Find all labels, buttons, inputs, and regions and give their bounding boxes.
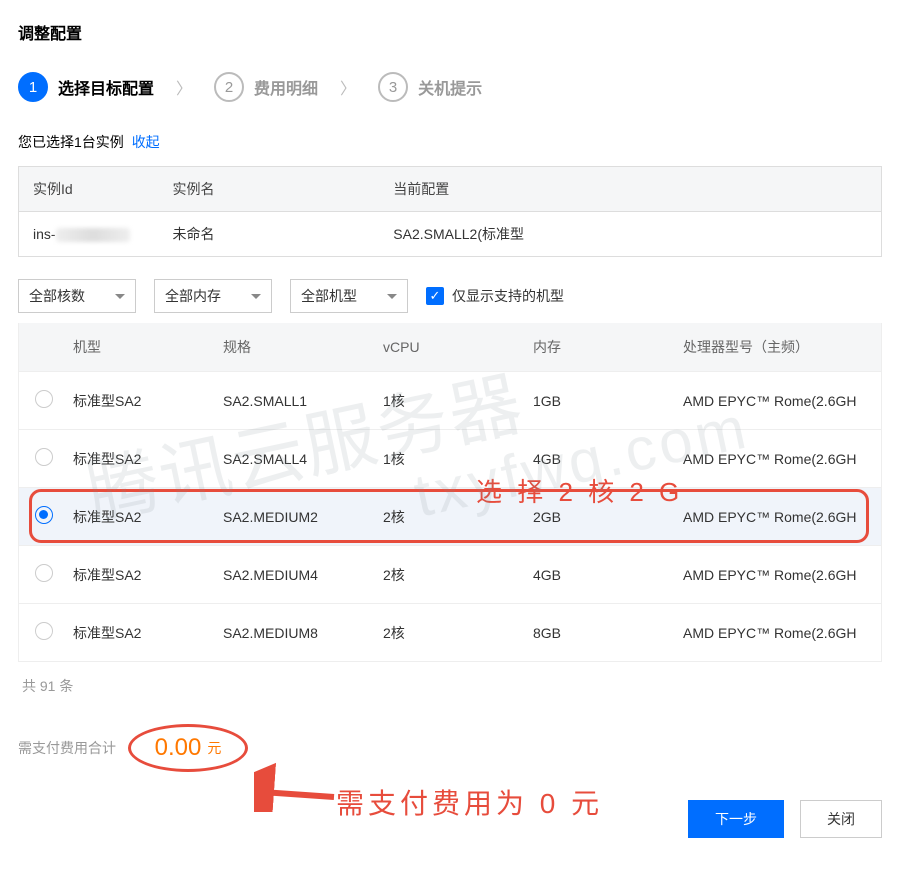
radio-icon[interactable]: [35, 622, 53, 640]
filter-row: 全部核数 全部内存 全部机型 ✓ 仅显示支持的机型: [18, 279, 882, 313]
spec-row[interactable]: 标准型SA2SA2.SMALL41核4GBAMD EPYC™ Rome(2.6G…: [19, 430, 881, 488]
row-spec: SA2.MEDIUM2: [213, 488, 373, 546]
spec-row[interactable]: 标准型SA2SA2.MEDIUM42核4GBAMD EPYC™ Rome(2.6…: [19, 546, 881, 604]
page-title: 调整配置: [18, 20, 882, 44]
instance-id-prefix: ins-: [33, 226, 56, 242]
instance-header-name: 实例名: [159, 167, 380, 212]
step-1[interactable]: 1 选择目标配置: [18, 72, 154, 102]
filter-cores-label: 全部核数: [29, 286, 85, 306]
filter-mem-label: 全部内存: [165, 286, 221, 306]
caret-down-icon: [251, 294, 261, 299]
chevron-right-icon: 〉: [176, 75, 192, 99]
row-proc: AMD EPYC™ Rome(2.6GH: [673, 430, 881, 488]
row-vcpu: 1核: [373, 430, 523, 488]
row-vcpu: 2核: [373, 604, 523, 662]
row-spec: SA2.SMALL4: [213, 430, 373, 488]
radio-icon[interactable]: [35, 506, 53, 524]
instance-header-id: 实例Id: [19, 167, 159, 212]
caret-down-icon: [115, 294, 125, 299]
spec-row[interactable]: 标准型SA2SA2.SMALL11核1GBAMD EPYC™ Rome(2.6G…: [19, 372, 881, 430]
row-model: 标准型SA2: [63, 488, 213, 546]
row-model: 标准型SA2: [63, 546, 213, 604]
row-vcpu: 2核: [373, 546, 523, 604]
row-mem: 4GB: [523, 430, 673, 488]
step-1-label: 选择目标配置: [58, 75, 154, 99]
instance-name: 未命名: [159, 212, 380, 257]
selected-count-text: 您已选择1台实例: [18, 134, 124, 150]
pay-line: 需支付费用合计 0.00 元: [18, 724, 882, 772]
only-supported-label: 仅显示支持的机型: [452, 286, 564, 306]
step-2-label: 费用明细: [254, 75, 318, 99]
spec-header-mem: 内存: [523, 323, 673, 372]
step-3-label: 关机提示: [418, 75, 482, 99]
row-proc: AMD EPYC™ Rome(2.6GH: [673, 372, 881, 430]
row-spec: SA2.MEDIUM8: [213, 604, 373, 662]
spec-header-model: 机型: [63, 323, 213, 372]
checkbox-checked-icon: ✓: [426, 287, 444, 305]
row-spec: SA2.MEDIUM4: [213, 546, 373, 604]
row-vcpu: 1核: [373, 372, 523, 430]
spec-row[interactable]: 标准型SA2SA2.MEDIUM22核2GBAMD EPYC™ Rome(2.6…: [19, 488, 881, 546]
row-mem: 2GB: [523, 488, 673, 546]
instance-row: ins- 未命名 SA2.SMALL2(标准型: [19, 212, 882, 257]
row-proc: AMD EPYC™ Rome(2.6GH: [673, 604, 881, 662]
instance-config: SA2.SMALL2(标准型: [379, 212, 881, 257]
collapse-link[interactable]: 收起: [132, 134, 160, 150]
spec-table-wrap: 机型 规格 vCPU 内存 处理器型号（主频） 标准型SA2SA2.SMALL1…: [18, 323, 882, 662]
radio-icon[interactable]: [35, 390, 53, 408]
instance-table: 实例Id 实例名 当前配置 ins- 未命名 SA2.SMALL2(标准型: [18, 166, 882, 257]
close-button[interactable]: 关闭: [800, 800, 882, 838]
pay-label: 需支付费用合计: [18, 738, 116, 758]
row-proc: AMD EPYC™ Rome(2.6GH: [673, 546, 881, 604]
pay-amount: 0.00: [155, 734, 202, 762]
row-proc: AMD EPYC™ Rome(2.6GH: [673, 488, 881, 546]
stepper: 1 选择目标配置 〉 2 费用明细 〉 3 关机提示: [18, 72, 882, 102]
button-row: 下一步 关闭: [18, 800, 882, 838]
spec-table: 机型 规格 vCPU 内存 处理器型号（主频） 标准型SA2SA2.SMALL1…: [19, 323, 881, 661]
radio-icon[interactable]: [35, 564, 53, 582]
instance-id-redacted: [56, 228, 130, 242]
instance-header-config: 当前配置: [379, 167, 881, 212]
next-button[interactable]: 下一步: [688, 800, 784, 838]
step-3[interactable]: 3 关机提示: [378, 72, 482, 102]
row-vcpu: 2核: [373, 488, 523, 546]
step-1-number: 1: [18, 72, 48, 102]
row-model: 标准型SA2: [63, 372, 213, 430]
filter-cores-dropdown[interactable]: 全部核数: [18, 279, 136, 313]
selected-instances-line: 您已选择1台实例 收起: [18, 132, 882, 152]
caret-down-icon: [387, 294, 397, 299]
row-model: 标准型SA2: [63, 604, 213, 662]
filter-model-dropdown[interactable]: 全部机型: [290, 279, 408, 313]
only-supported-checkbox[interactable]: ✓ 仅显示支持的机型: [426, 286, 564, 306]
row-mem: 8GB: [523, 604, 673, 662]
spec-row[interactable]: 标准型SA2SA2.MEDIUM82核8GBAMD EPYC™ Rome(2.6…: [19, 604, 881, 662]
filter-mem-dropdown[interactable]: 全部内存: [154, 279, 272, 313]
step-3-number: 3: [378, 72, 408, 102]
filter-model-label: 全部机型: [301, 286, 357, 306]
radio-icon[interactable]: [35, 448, 53, 466]
row-mem: 1GB: [523, 372, 673, 430]
total-count: 共 91 条: [22, 676, 878, 696]
step-2-number: 2: [214, 72, 244, 102]
row-spec: SA2.SMALL1: [213, 372, 373, 430]
spec-header-spec: 规格: [213, 323, 373, 372]
row-mem: 4GB: [523, 546, 673, 604]
spec-header-proc: 处理器型号（主频）: [673, 323, 881, 372]
pay-unit: 元: [207, 738, 221, 758]
row-model: 标准型SA2: [63, 430, 213, 488]
spec-header-vcpu: vCPU: [373, 323, 523, 372]
chevron-right-icon: 〉: [340, 75, 356, 99]
step-2[interactable]: 2 费用明细: [214, 72, 318, 102]
annotation-price-circle: 0.00 元: [128, 724, 248, 772]
